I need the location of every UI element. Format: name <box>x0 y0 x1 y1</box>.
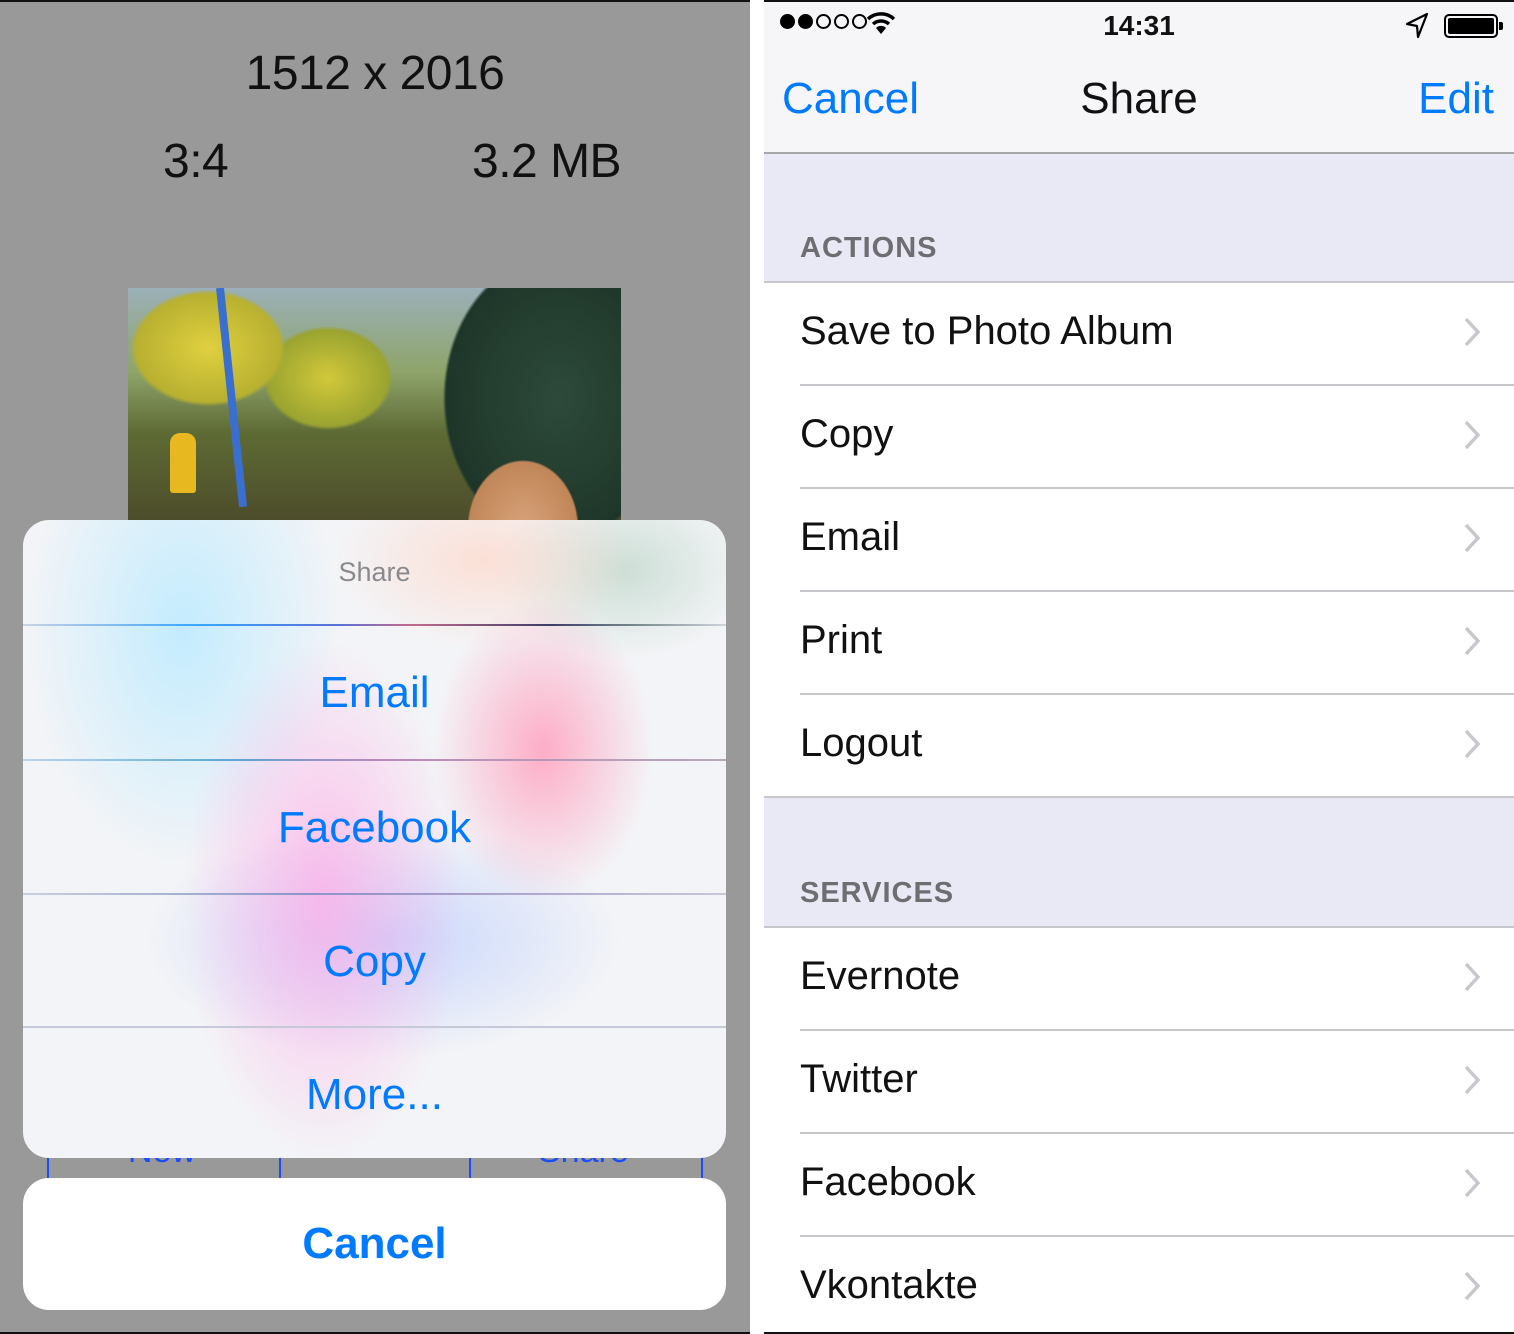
chevron-right-icon <box>1464 523 1480 553</box>
photo-hydrant <box>170 433 196 493</box>
sheet-item-facebook[interactable]: Facebook <box>23 761 726 894</box>
list-item-label: Copy <box>800 412 894 456</box>
photo-pole <box>216 288 247 508</box>
section-title: SERVICES <box>800 877 955 909</box>
section-header-actions: ACTIONS <box>764 154 1514 283</box>
image-dimensions: 1512 x 2016 <box>245 47 505 100</box>
list-item-label: Email <box>800 515 901 559</box>
chevron-right-icon <box>1464 1168 1480 1198</box>
battery-icon <box>1444 14 1503 38</box>
chevron-right-icon <box>1464 1271 1480 1301</box>
background-button-divider <box>279 1157 281 1179</box>
file-size: 3.2 MB <box>472 135 622 188</box>
list-item-logout[interactable]: Logout <box>764 695 1514 798</box>
chevron-right-icon <box>1464 626 1480 656</box>
location-arrow-icon <box>1405 12 1429 39</box>
list-item-evernote[interactable]: Evernote <box>764 928 1514 1031</box>
list-item-label: Logout <box>800 721 923 765</box>
sheet-item-more[interactable]: More... <box>23 1028 726 1158</box>
background-button-divider <box>47 1157 49 1179</box>
aspect-ratio: 3:4 <box>163 135 229 188</box>
list-item-copy[interactable]: Copy <box>764 386 1514 489</box>
photo-preview <box>128 288 621 528</box>
list-item-label: Print <box>800 618 883 662</box>
list-item-print[interactable]: Print <box>764 592 1514 695</box>
chevron-right-icon <box>1464 317 1480 347</box>
section-title: ACTIONS <box>800 232 938 264</box>
list-item-facebook[interactable]: Facebook <box>764 1134 1514 1237</box>
status-bar: 14:31 <box>764 2 1514 52</box>
background-button-divider <box>701 1157 703 1179</box>
list-item-save-to-photo-album[interactable]: Save to Photo Album <box>764 283 1514 386</box>
background-button-divider <box>469 1157 471 1179</box>
chevron-right-icon <box>1464 1065 1480 1095</box>
list-item-label: Evernote <box>800 954 961 998</box>
list-item-label: Facebook <box>800 1160 976 1204</box>
list-item-label: Vkontakte <box>800 1263 978 1307</box>
action-sheet-screen: 1512 x 2016 3:4 3.2 MB New Share Share E… <box>0 0 750 1334</box>
action-sheet-title: Share <box>338 557 411 587</box>
sheet-item-copy[interactable]: Copy <box>23 895 726 1028</box>
section-header-services: SERVICES <box>764 798 1514 928</box>
action-sheet-cancel-button[interactable]: Cancel <box>23 1178 726 1310</box>
chevron-right-icon <box>1464 420 1480 450</box>
list-item-vkontakte[interactable]: Vkontakte <box>764 1237 1514 1332</box>
chevron-right-icon <box>1464 962 1480 992</box>
status-time: 14:31 <box>1103 10 1175 41</box>
list-item-label: Twitter <box>800 1057 918 1101</box>
chevron-right-icon <box>1464 729 1480 759</box>
cancel-button[interactable]: Cancel <box>782 74 919 124</box>
list-item-twitter[interactable]: Twitter <box>764 1031 1514 1134</box>
share-settings-screen: 14:31 Cancel Share Edit ACTIONS Save to … <box>764 0 1514 1334</box>
list-item-label: Save to Photo Album <box>800 309 1174 353</box>
action-sheet: Share Email Facebook Copy More... <box>23 520 726 1158</box>
list-item-email[interactable]: Email <box>764 489 1514 592</box>
edit-button[interactable]: Edit <box>1418 74 1494 124</box>
sheet-item-email[interactable]: Email <box>23 626 726 759</box>
navigation-bar: Cancel Share Edit <box>764 52 1514 154</box>
